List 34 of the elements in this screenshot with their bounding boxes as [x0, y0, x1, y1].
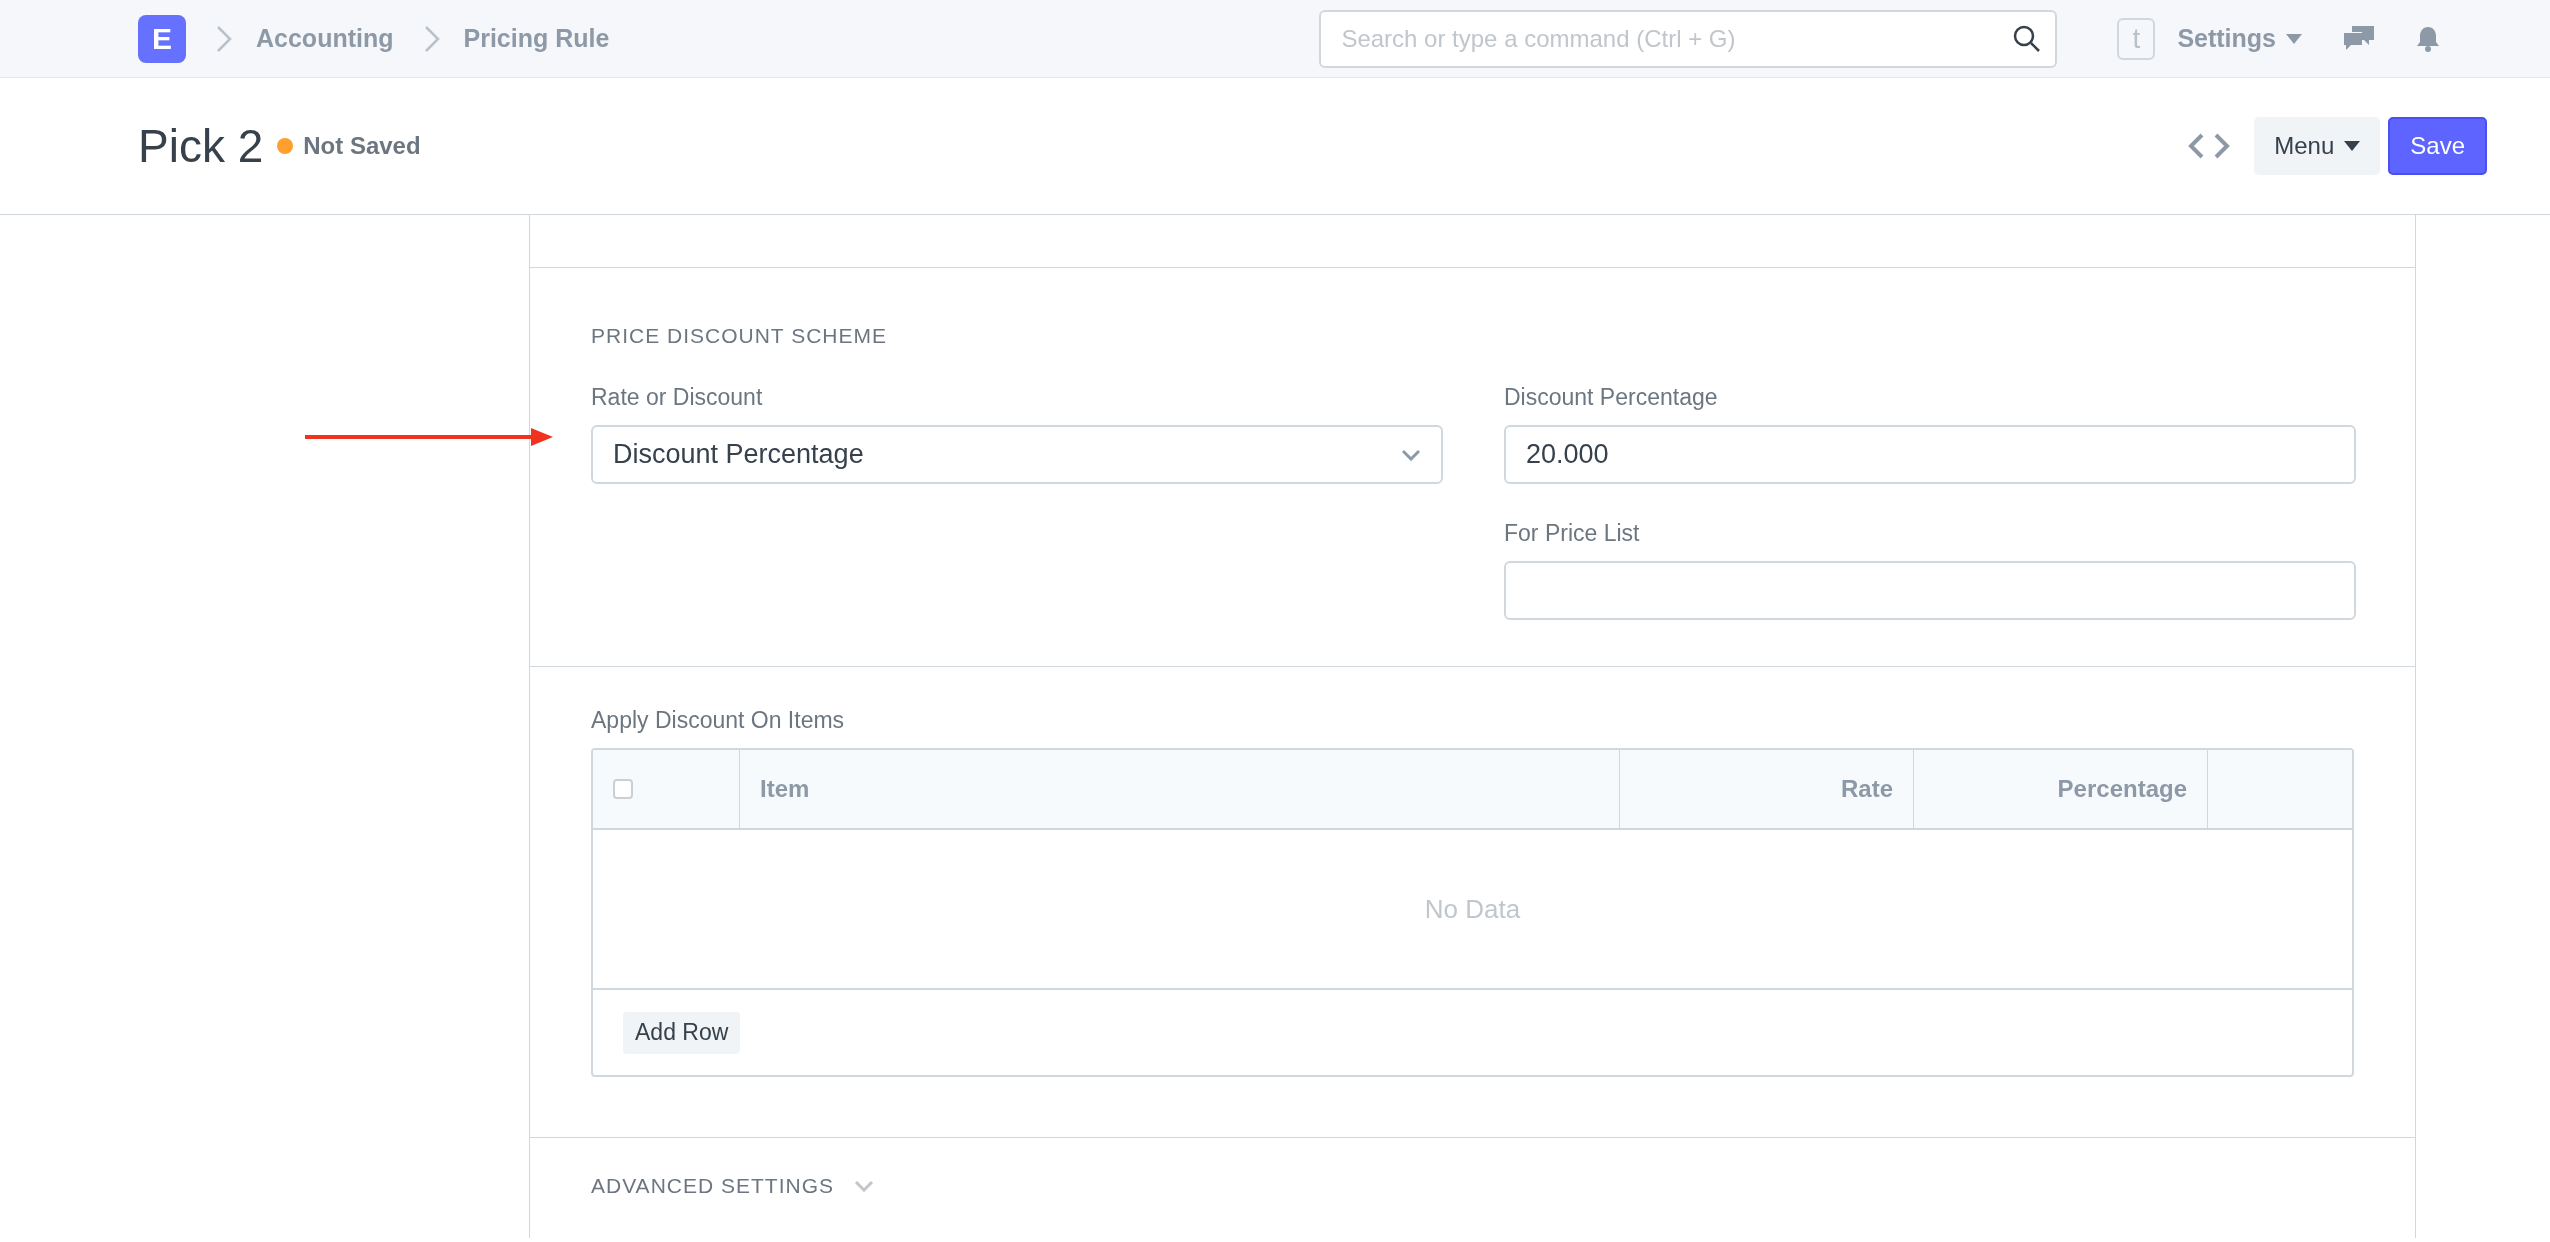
- field-label: For Price List: [1504, 520, 1641, 547]
- notification-button[interactable]: [2416, 24, 2440, 53]
- breadcrumb-link[interactable]: Pricing Rule: [463, 24, 610, 53]
- select-all-checkbox[interactable]: [613, 779, 633, 799]
- column-header: Percentage: [1914, 750, 2208, 828]
- table-label: Apply Discount On Items: [591, 707, 846, 734]
- chevron-down-icon: [1401, 448, 1421, 461]
- status-dot: [277, 138, 294, 154]
- app-logo[interactable]: E: [138, 14, 186, 63]
- caret-down-icon: [2286, 33, 2302, 44]
- search-icon: [2013, 24, 2042, 53]
- empty-message: No Data: [1424, 893, 1521, 925]
- settings-dropdown[interactable]: Settings: [2177, 24, 2302, 53]
- section-heading: PRICE DISCOUNT SCHEME: [591, 324, 888, 348]
- column-header: Rate: [1620, 750, 1914, 828]
- add-row-button[interactable]: Add Row: [623, 1011, 741, 1054]
- bell-icon: [2416, 24, 2440, 53]
- input-field[interactable]: [1504, 561, 2356, 620]
- chevron-down-icon: [854, 1180, 874, 1192]
- field-label: Discount Percentage: [1504, 384, 1719, 411]
- caret-down-icon: [2344, 141, 2361, 151]
- chevron-right-icon: [423, 24, 440, 53]
- input-field[interactable]: 20.000: [1504, 425, 2356, 484]
- search-field[interactable]: Search or type a command (Ctrl + G): [1319, 9, 2058, 68]
- field-label: Rate or Discount: [591, 384, 764, 411]
- select-field[interactable]: Discount Percentage: [591, 425, 1443, 484]
- breadcrumb-link[interactable]: Accounting: [256, 24, 394, 53]
- status-text: Not Saved: [303, 132, 421, 160]
- section-toggle[interactable]: ADVANCED SETTINGS: [591, 1174, 874, 1198]
- chevron-right-icon: [216, 24, 232, 53]
- save-button[interactable]: Save: [2388, 117, 2487, 175]
- page-title: Pick 2: [138, 119, 264, 173]
- menu-button[interactable]: Menu: [2254, 117, 2381, 175]
- column-header: Item: [740, 750, 1620, 828]
